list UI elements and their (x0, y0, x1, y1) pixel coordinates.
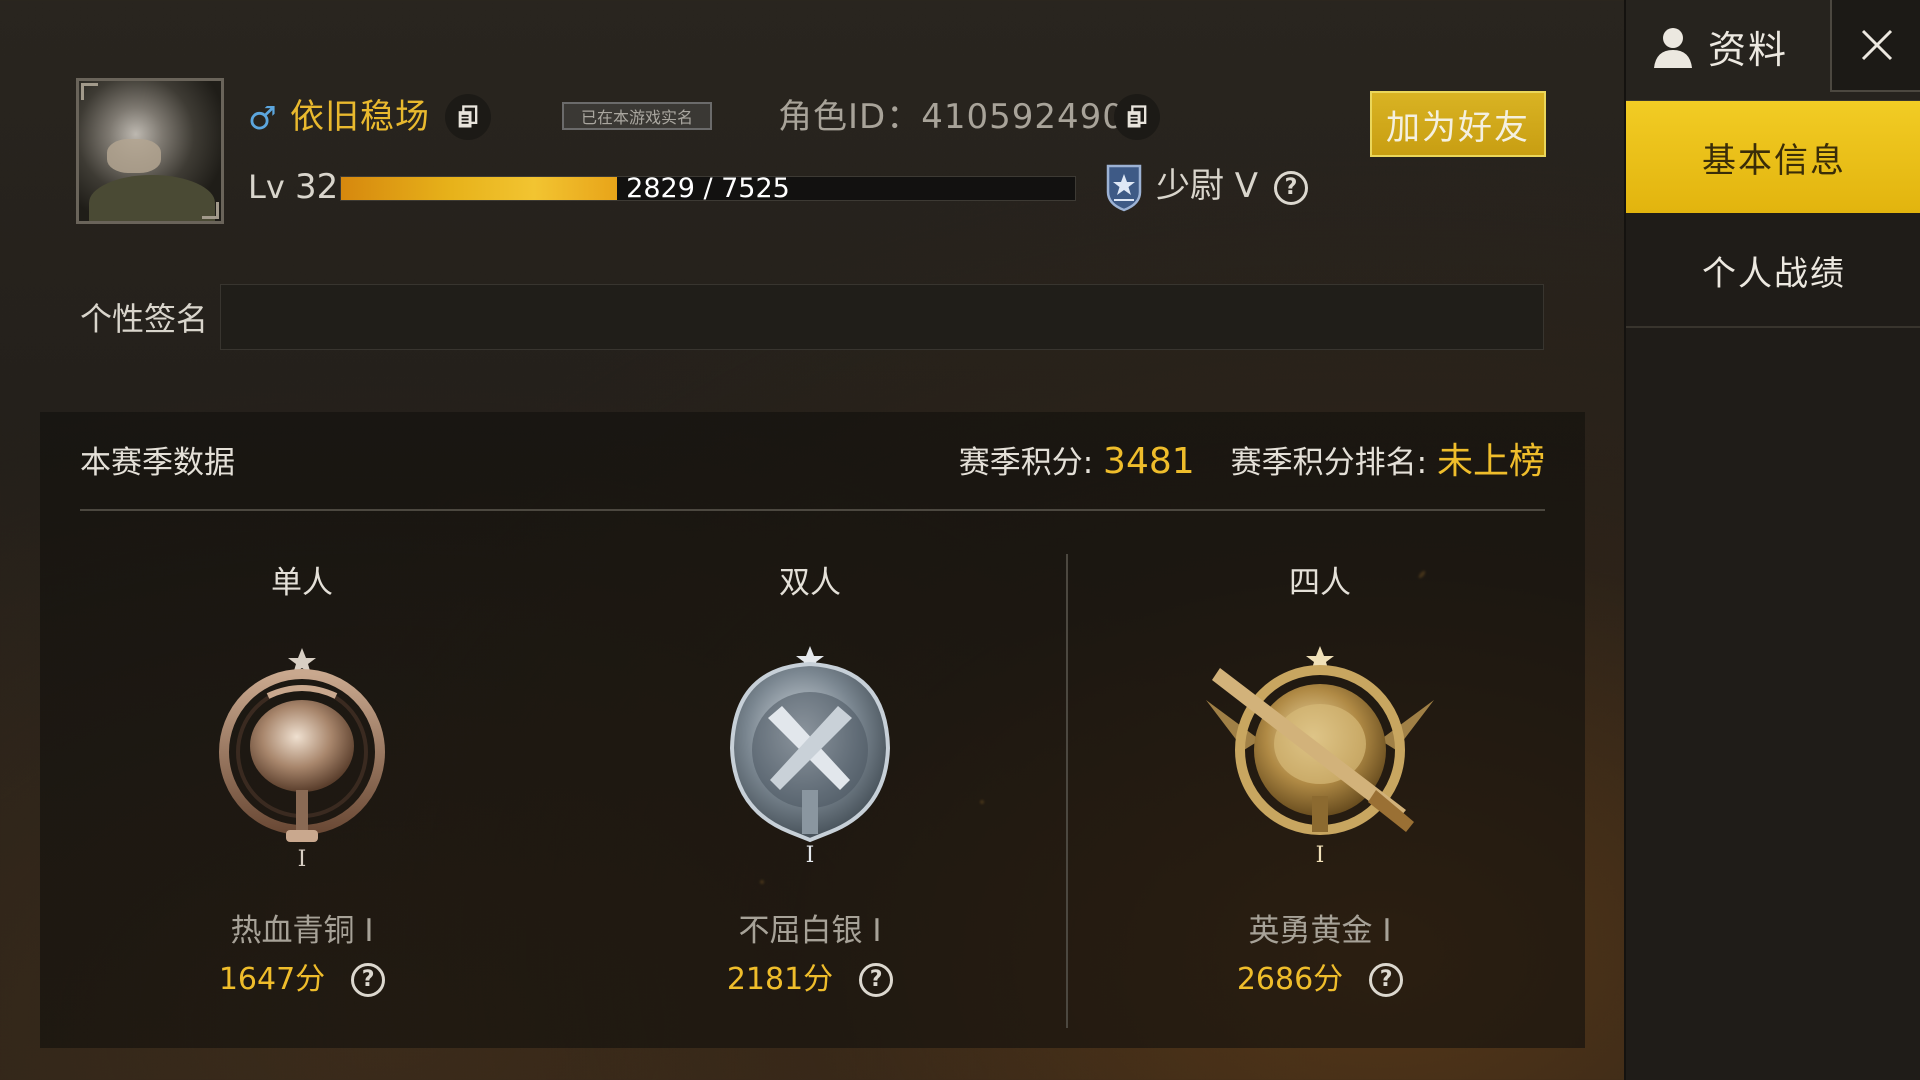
mode-score: 2686分 (1236, 962, 1344, 997)
close-icon (1861, 29, 1893, 61)
copy-name-button[interactable] (445, 94, 491, 140)
copy-icon (1127, 105, 1147, 128)
player-avatar[interactable] (76, 78, 224, 224)
season-points-value: 3481 (1103, 441, 1195, 482)
signature-label: 个性签名 (80, 300, 209, 338)
user-profile-icon (1654, 28, 1692, 68)
copy-id-button[interactable] (1114, 94, 1160, 140)
male-gender-icon: ♂ (248, 99, 277, 137)
season-rank-value: 未上榜 (1436, 441, 1545, 482)
mode-title: 双人 (779, 565, 841, 601)
signature-input[interactable] (220, 284, 1544, 350)
gold-rifle-medal-icon: I (1200, 640, 1440, 880)
season-points-label: 赛季积分: (958, 445, 1104, 481)
mode-duo: 双人 I 不屈白银 I 2181分 ? (570, 562, 1050, 1004)
mode-title: 四人 (1289, 565, 1351, 601)
role-id: 角色ID：410592490 (778, 97, 1125, 137)
divider (1066, 554, 1068, 1028)
xp-progress-bar: 2829 / 7525 (340, 173, 1076, 204)
avatar-figure (89, 175, 215, 221)
tier-name: 热血青铜 I (230, 913, 374, 949)
season-rank-label: 赛季积分排名: (1230, 445, 1437, 481)
tier-name: 不屈白银 I (738, 913, 882, 949)
level-value: 32 (294, 167, 339, 207)
score-help-icon[interactable]: ? (1369, 963, 1404, 997)
season-summary: 赛季积分: 3481 赛季积分排名: 未上榜 (959, 438, 1545, 487)
tab-personal-record[interactable]: 个人战绩 (1626, 214, 1920, 328)
close-button[interactable] (1830, 0, 1920, 92)
avatar-figure (107, 139, 161, 173)
player-name: 依旧稳场 (290, 97, 430, 137)
level-prefix: Lv (248, 168, 285, 206)
sidebar-title: 资料 (1708, 28, 1789, 72)
season-title: 本赛季数据 (80, 445, 235, 481)
rank-badge-icon (1106, 164, 1142, 212)
profile-sidebar: 资料 基本信息 个人战绩 (1624, 0, 1920, 1080)
mode-score: 1647分 (218, 962, 326, 997)
svg-text:I: I (1316, 843, 1325, 868)
sidebar-header: 资料 (1626, 0, 1920, 101)
bronze-pan-medal-icon: I (182, 640, 422, 880)
season-stats-panel: 本赛季数据 赛季积分: 3481 赛季积分排名: 未上榜 单人 I 热血青铜 I… (40, 412, 1585, 1048)
tab-basic-info[interactable]: 基本信息 (1626, 101, 1920, 213)
add-friend-button[interactable]: 加为好友 (1370, 91, 1546, 157)
rank-help-icon[interactable]: ? (1274, 171, 1308, 205)
score-row: 1647分 ? (62, 956, 542, 1004)
real-name-verified-badge: 已在本游戏实名 (562, 102, 712, 130)
rank-name: 少尉 V (1156, 166, 1259, 206)
copy-icon (458, 105, 478, 128)
svg-text:I: I (298, 847, 307, 872)
divider (80, 509, 1545, 511)
mode-solo: 单人 I 热血青铜 I 1647分 ? (62, 562, 542, 1004)
mode-title: 单人 (271, 565, 333, 601)
silver-pistols-medal-icon: I (690, 640, 930, 880)
mode-squad: 四人 I 英勇黄金 I 2686分 ? (1080, 562, 1560, 1004)
xp-text: 2829 / 7525 (626, 173, 790, 204)
score-row: 2181分 ? (570, 956, 1050, 1004)
level-label: Lv 32 (248, 166, 338, 208)
mode-score: 2181分 (726, 962, 834, 997)
svg-text:I: I (806, 843, 815, 868)
score-help-icon[interactable]: ? (351, 963, 386, 997)
score-help-icon[interactable]: ? (859, 963, 894, 997)
tier-name: 英勇黄金 I (1248, 913, 1392, 949)
score-row: 2686分 ? (1080, 956, 1560, 1004)
